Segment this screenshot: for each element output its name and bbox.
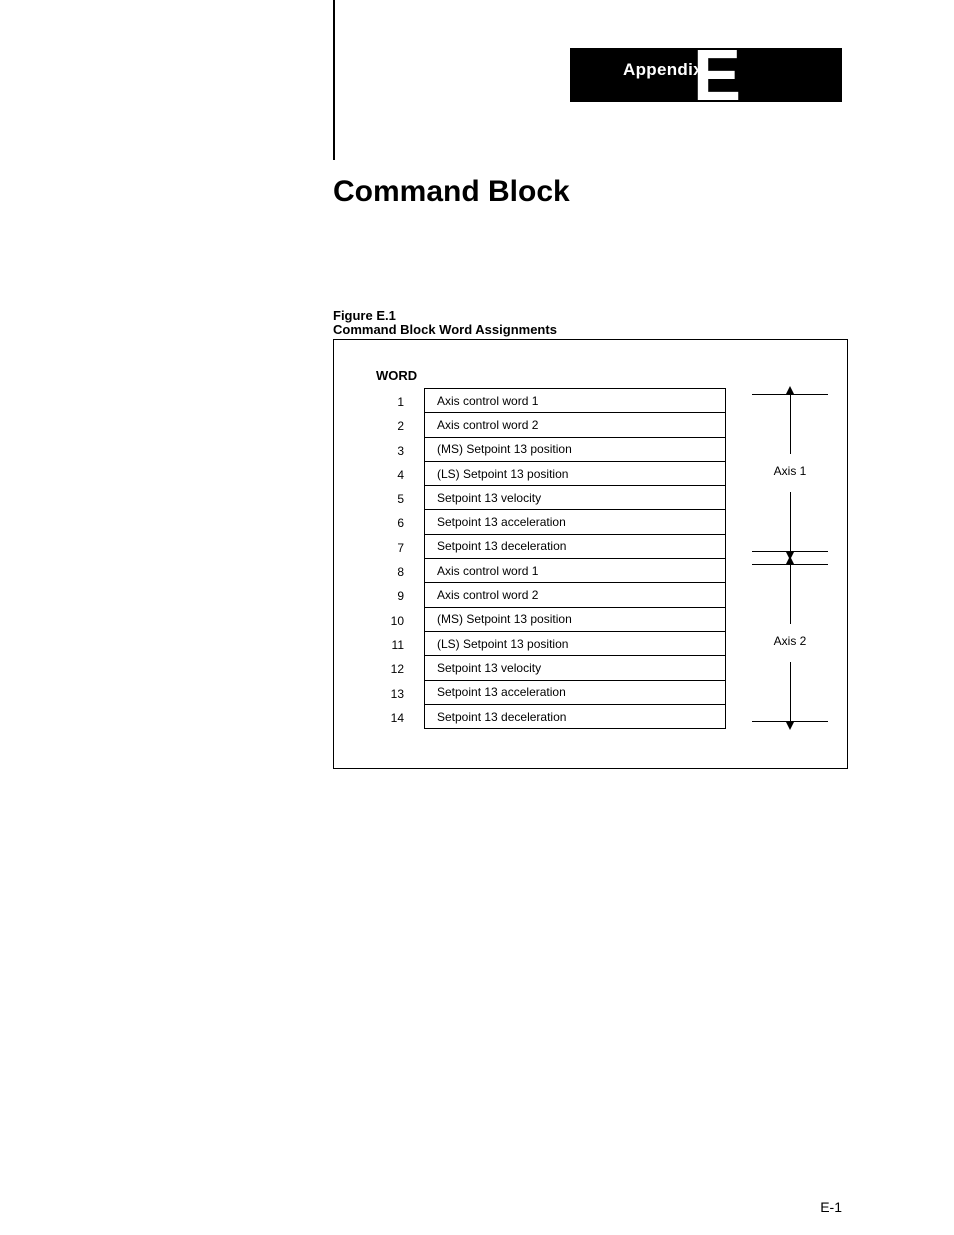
word-column-header: WORD xyxy=(376,368,417,383)
word-number-column: 1 2 3 4 5 6 7 8 9 10 11 12 13 14 xyxy=(364,390,408,730)
word-number: 3 xyxy=(364,439,408,463)
figure-caption-title: Command Block Word Assignments xyxy=(333,322,557,337)
word-number: 7 xyxy=(364,536,408,560)
word-description-column: Axis control word 1 Axis control word 2 … xyxy=(424,388,726,729)
table-cell: (LS) Setpoint 13 position xyxy=(425,462,725,486)
word-number: 9 xyxy=(364,584,408,608)
bracket-line xyxy=(790,394,791,454)
word-number: 1 xyxy=(364,390,408,414)
axis1-label: Axis 1 xyxy=(752,464,828,478)
appendix-label: Appendix xyxy=(623,60,703,80)
table-cell: (MS) Setpoint 13 position xyxy=(425,438,725,462)
vertical-divider xyxy=(333,0,335,160)
arrow-up-icon xyxy=(786,556,794,564)
page: Appendix E Command Block Figure E.1 Comm… xyxy=(0,0,954,1235)
appendix-letter: E xyxy=(693,40,741,112)
axis2-bracket: Axis 2 xyxy=(752,558,828,728)
table-cell: Setpoint 13 velocity xyxy=(425,656,725,680)
table-cell: Setpoint 13 deceleration xyxy=(425,535,725,559)
word-number: 8 xyxy=(364,560,408,584)
word-number: 12 xyxy=(364,657,408,681)
word-number: 13 xyxy=(364,682,408,706)
page-title: Command Block xyxy=(333,175,570,209)
word-number: 10 xyxy=(364,609,408,633)
arrow-up-icon xyxy=(786,386,794,394)
table-cell: Setpoint 13 deceleration xyxy=(425,705,725,729)
table-cell: (MS) Setpoint 13 position xyxy=(425,608,725,632)
bracket-line xyxy=(790,564,791,624)
figure-caption-number: Figure E.1 xyxy=(333,308,396,323)
table-cell: Setpoint 13 velocity xyxy=(425,486,725,510)
table-cell: Axis control word 2 xyxy=(425,413,725,437)
word-number: 14 xyxy=(364,706,408,730)
arrow-down-icon xyxy=(786,722,794,730)
page-number: E-1 xyxy=(820,1199,842,1215)
bracket-line xyxy=(790,492,791,552)
word-number: 2 xyxy=(364,414,408,438)
table-cell: Axis control word 2 xyxy=(425,583,725,607)
table-cell: Setpoint 13 acceleration xyxy=(425,510,725,534)
word-number: 11 xyxy=(364,633,408,657)
table-cell: Axis control word 1 xyxy=(425,559,725,583)
table-cell: Setpoint 13 acceleration xyxy=(425,681,725,705)
axis1-bracket: Axis 1 xyxy=(752,388,828,558)
bracket-line xyxy=(790,662,791,722)
word-number: 4 xyxy=(364,463,408,487)
word-number: 5 xyxy=(364,487,408,511)
axis2-label: Axis 2 xyxy=(752,634,828,648)
table-cell: (LS) Setpoint 13 position xyxy=(425,632,725,656)
table-cell: Axis control word 1 xyxy=(425,389,725,413)
word-number: 6 xyxy=(364,511,408,535)
